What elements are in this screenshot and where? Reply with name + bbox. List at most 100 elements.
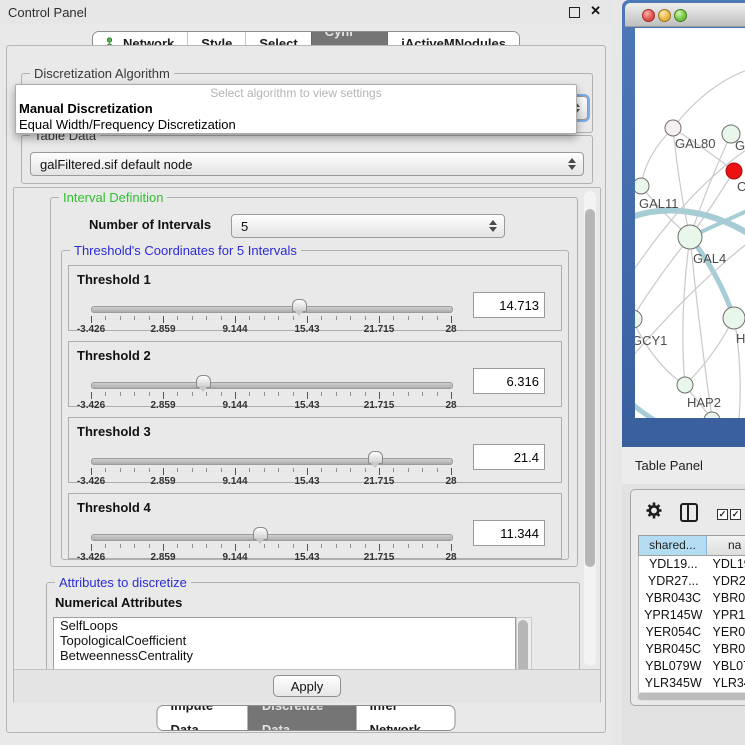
threshold-slider[interactable]: -3.4262.8599.14415.4321.71528 <box>91 302 451 330</box>
network-edge[interactable] <box>635 400 675 418</box>
checkbox-checked-icon[interactable]: ✓ <box>730 509 741 520</box>
table-cell[interactable]: YLR345W <box>639 675 708 692</box>
network-node[interactable] <box>635 178 649 194</box>
table-cell[interactable]: YER054C <box>708 624 745 641</box>
settings-scrollbar[interactable] <box>584 191 596 666</box>
table-cell[interactable]: YDL19... <box>639 556 708 573</box>
number-of-intervals-spinner[interactable]: 5 <box>231 214 505 238</box>
network-edge[interactable] <box>685 318 734 385</box>
threshold-slider[interactable]: -3.4262.8599.14415.4321.71528 <box>91 454 451 482</box>
table-cell[interactable]: YDR27... <box>708 573 745 590</box>
table-row[interactable]: YDL19...YDL19... <box>639 556 745 573</box>
minimize-traffic-light-icon[interactable] <box>658 9 671 22</box>
attributes-list-scrollbar[interactable] <box>516 617 532 669</box>
mode-tab-infer-network[interactable]: Infer Network <box>356 706 455 730</box>
table-row[interactable]: YPR145WYPR145W <box>639 607 745 624</box>
network-node[interactable] <box>723 307 745 329</box>
slider-thumb-icon[interactable] <box>292 299 307 312</box>
slider-tick <box>437 468 438 472</box>
apply-button[interactable]: Apply <box>273 675 341 697</box>
table-row[interactable]: YBL079WYBL079W <box>639 658 745 675</box>
slider-track[interactable] <box>91 382 453 389</box>
network-edge[interactable] <box>635 237 690 320</box>
float-window-icon[interactable] <box>569 7 580 18</box>
slider-thumb-icon[interactable] <box>368 451 383 464</box>
close-icon[interactable]: ✕ <box>590 3 601 19</box>
combo-stepper-icon[interactable] <box>568 157 576 171</box>
network-graph[interactable]: GAL80GCGAL11GAL4GCY1HHAP2 <box>635 28 745 418</box>
table-cell[interactable]: YDL19... <box>708 556 745 573</box>
slider-thumb-icon[interactable] <box>196 375 211 388</box>
gear-icon[interactable] <box>646 502 662 519</box>
network-node[interactable] <box>635 310 642 328</box>
slider-track[interactable] <box>91 458 453 465</box>
thresholds-group: Threshold's Coordinates for 5 Intervals … <box>61 250 569 560</box>
slider-tick <box>422 316 423 320</box>
cyni-toolbox-panel: Discretization Algorithm Select algorith… <box>6 45 606 733</box>
slider-tick <box>105 316 106 320</box>
network-node[interactable] <box>665 120 681 136</box>
attribute-list-item[interactable]: BetweennessCentrality <box>54 648 515 663</box>
network-canvas[interactable]: GAL80GCGAL11GAL4GCY1HHAP2 <box>635 28 745 418</box>
table-row[interactable]: YBR043CYBR043C <box>639 590 745 607</box>
table-cell[interactable]: YBR045C <box>708 641 745 658</box>
numerical-attributes-list[interactable]: SelfLoopsTopologicalCoefficientBetweenne… <box>53 617 516 669</box>
threshold-slider[interactable]: -3.4262.8599.14415.4321.71528 <box>91 530 451 558</box>
column-header-name[interactable]: na <box>707 536 745 555</box>
threshold-value-field[interactable] <box>473 520 545 546</box>
table-horizontal-scrollbar[interactable] <box>637 692 745 701</box>
scrollbar-thumb[interactable] <box>638 693 745 700</box>
slider-tick <box>437 316 438 320</box>
algorithm-popup-item[interactable]: Equal Width/Frequency Discretization <box>16 117 576 133</box>
close-traffic-light-icon[interactable] <box>642 9 655 22</box>
network-edge[interactable] <box>673 70 745 128</box>
mode-tab-impute-data[interactable]: Impute Data <box>158 706 248 730</box>
table-cell[interactable]: YBR043C <box>708 590 745 607</box>
network-node[interactable] <box>704 412 720 418</box>
network-node[interactable] <box>726 163 742 179</box>
checkbox-checked-icon[interactable]: ✓ <box>717 509 728 520</box>
table-cell[interactable]: YBL079W <box>708 658 745 675</box>
slider-tick <box>350 316 351 320</box>
slider-tick-label: 28 <box>445 552 456 563</box>
slider-track[interactable] <box>91 534 453 541</box>
threshold-slider[interactable]: -3.4262.8599.14415.4321.71528 <box>91 378 451 406</box>
network-edge[interactable] <box>641 128 673 186</box>
network-window-titlebar[interactable] <box>625 3 745 27</box>
table-cell[interactable]: YBR043C <box>639 590 708 607</box>
threshold-value-field[interactable] <box>473 368 545 394</box>
slider-tick <box>293 392 294 396</box>
mode-tab-discretize-data[interactable]: Discretize Data <box>248 706 356 730</box>
network-edge[interactable] <box>683 237 690 385</box>
network-edge[interactable] <box>635 321 685 385</box>
scrollbar-thumb[interactable] <box>518 620 528 669</box>
table-cell[interactable]: YER054C <box>639 624 708 641</box>
table-cell[interactable]: YPR145W <box>708 607 745 624</box>
table-cell[interactable]: YBR045C <box>639 641 708 658</box>
threshold-value-field[interactable] <box>473 292 545 318</box>
slider-thumb-icon[interactable] <box>253 527 268 540</box>
table-cell[interactable]: YDR27... <box>639 573 708 590</box>
spinner-stepper-icon[interactable] <box>489 219 497 233</box>
column-header-shared-name[interactable]: shared... <box>639 536 707 555</box>
table-cell[interactable]: YPR145W <box>639 607 708 624</box>
columns-icon[interactable] <box>680 503 698 522</box>
threshold-value-field[interactable] <box>473 444 545 470</box>
network-edge[interactable] <box>690 237 734 318</box>
table-row[interactable]: YBR045CYBR045C <box>639 641 745 658</box>
scrollbar-thumb[interactable] <box>585 209 595 567</box>
slider-track[interactable] <box>91 306 453 313</box>
attribute-list-item[interactable]: TopologicalCoefficient <box>54 633 515 648</box>
table-row[interactable]: YLR345WYLR345W <box>639 675 745 692</box>
network-node[interactable] <box>678 225 702 249</box>
algorithm-popup-item[interactable]: Manual Discretization <box>16 101 576 117</box>
table-data-combobox[interactable]: galFiltered.sif default node <box>30 152 584 176</box>
table-cell[interactable]: YBL079W <box>639 658 708 675</box>
network-node[interactable] <box>677 377 693 393</box>
table-row[interactable]: YDR27...YDR27... <box>639 573 745 590</box>
table-cell[interactable]: YLR345W <box>708 675 745 692</box>
table-row[interactable]: YER054CYER054C <box>639 624 745 641</box>
attribute-list-item[interactable]: SelfLoops <box>54 618 515 633</box>
algorithm-popup-item[interactable]: Select algorithm to view settings <box>16 85 576 101</box>
zoom-traffic-light-icon[interactable] <box>674 9 687 22</box>
